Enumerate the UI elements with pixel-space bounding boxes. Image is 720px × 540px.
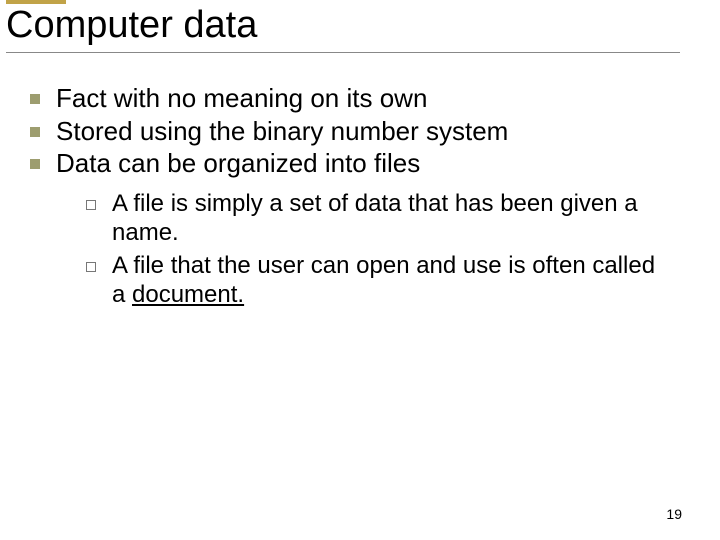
slide-body: Fact with no meaning on its own Stored u… [28, 82, 670, 313]
title-block: Computer data [6, 0, 680, 53]
bullet-list: Fact with no meaning on its own Stored u… [28, 83, 670, 309]
list-item: A file that the user can open and use is… [84, 252, 670, 310]
underlined-term: document. [132, 281, 244, 308]
slide-title: Computer data [6, 4, 680, 52]
title-underline [6, 52, 680, 53]
bullet-text: Data can be organized into files [56, 148, 420, 178]
bullet-text: Stored using the binary number system [56, 116, 508, 146]
list-item: Fact with no meaning on its own [28, 83, 670, 115]
slide: Computer data Fact with no meaning on it… [0, 0, 720, 540]
sub-bullet-text: A file is simply a set of data that has … [112, 190, 638, 246]
bullet-text: Fact with no meaning on its own [56, 83, 427, 113]
list-item: Stored using the binary number system [28, 116, 670, 148]
sub-bullet-list: A file is simply a set of data that has … [84, 190, 670, 309]
list-item: Data can be organized into files A file … [28, 148, 670, 309]
page-number: 19 [666, 506, 682, 522]
list-item: A file is simply a set of data that has … [84, 190, 670, 248]
